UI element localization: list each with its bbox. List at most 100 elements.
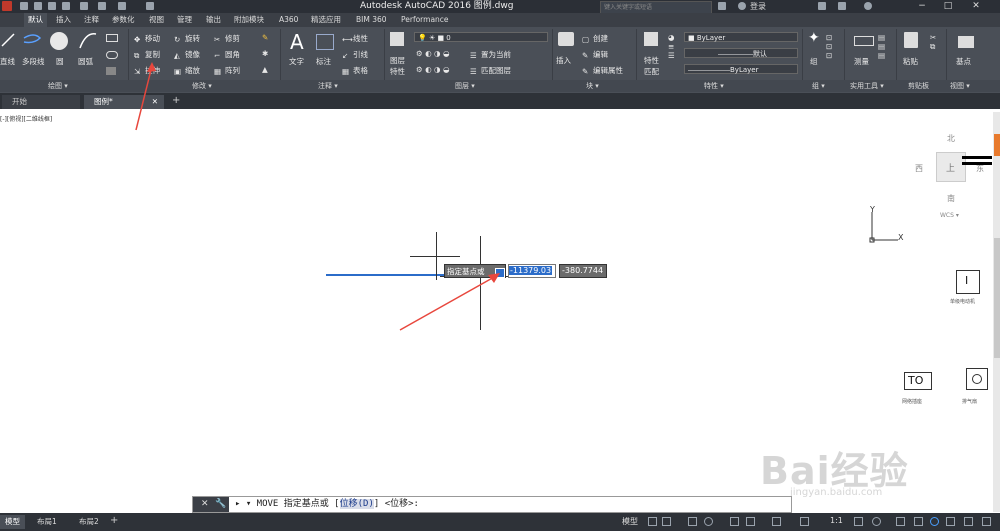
- edit-block-button[interactable]: ✎ 编辑: [582, 49, 608, 60]
- utilities-tools[interactable]: ▤ ▤ ▤: [878, 33, 885, 60]
- panel-title-view[interactable]: 视图 ▾: [950, 80, 970, 92]
- measure-icon[interactable]: [854, 36, 874, 46]
- panel-title-properties[interactable]: 特性 ▾: [704, 80, 724, 92]
- color-dropdown[interactable]: ■ ByLayer: [684, 32, 798, 42]
- dimension-button[interactable]: 标注: [316, 56, 331, 67]
- text-button[interactable]: 文字: [289, 56, 304, 67]
- symbol-exhaust-fan[interactable]: [966, 368, 988, 390]
- arc-button[interactable]: 圆弧: [78, 56, 93, 67]
- tab-output[interactable]: 输出: [206, 13, 221, 27]
- edit-attributes-button[interactable]: ✎ 编辑属性: [582, 65, 623, 76]
- symbol-network-socket[interactable]: TO: [904, 372, 932, 390]
- layer-tools-row1[interactable]: ⚙ ◐ ◑ ◒: [416, 49, 450, 58]
- tab-performance[interactable]: Performance: [401, 13, 449, 27]
- a360-icon[interactable]: [838, 2, 846, 10]
- search-icon[interactable]: [718, 2, 726, 10]
- group-tools[interactable]: ⊡ ⊡ ⊡: [826, 33, 832, 60]
- grid-icon[interactable]: [648, 517, 657, 526]
- model-space-toggle[interactable]: 模型: [622, 516, 638, 527]
- tab-annotate[interactable]: 注释: [84, 13, 99, 27]
- circle-button[interactable]: 圆: [56, 56, 64, 67]
- viewport-label[interactable]: [-][俯视][二维线框]: [0, 114, 52, 123]
- panel-title-modify[interactable]: 修改 ▾: [192, 80, 212, 92]
- tab-insert[interactable]: 插入: [56, 13, 71, 27]
- linetype-dropdown[interactable]: ――――――ByLayer: [684, 64, 798, 74]
- explode-icon[interactable]: ✱: [262, 49, 268, 58]
- exchange-icon[interactable]: [818, 2, 826, 10]
- clean-screen-icon[interactable]: [964, 517, 973, 526]
- paste-button[interactable]: 粘贴: [903, 56, 918, 67]
- annotation-scale[interactable]: 1:1: [830, 516, 843, 525]
- paste-icon[interactable]: [904, 32, 918, 48]
- open-file-icon[interactable]: [34, 2, 42, 10]
- line-button[interactable]: 直线: [0, 56, 15, 67]
- group-icon[interactable]: ✦: [808, 30, 820, 46]
- hardware-accel-icon[interactable]: [946, 517, 955, 526]
- add-layout-button[interactable]: +: [110, 515, 118, 526]
- tab-featured-apps[interactable]: 精选应用: [311, 13, 341, 27]
- tab-a360[interactable]: A360: [279, 13, 298, 27]
- layer-properties-label-1[interactable]: 图层: [390, 55, 405, 66]
- erase-icon[interactable]: ✎: [262, 33, 268, 42]
- command-text[interactable]: ▸ ▾ MOVE 指定基点或 [位移(D)] <位移>:: [235, 497, 419, 512]
- lineweight-dropdown[interactable]: ―――――默认: [684, 48, 798, 58]
- help-icon[interactable]: [864, 2, 872, 10]
- lineweight-icon[interactable]: [772, 517, 781, 526]
- rotate-button[interactable]: ↻ 旋转: [174, 33, 200, 44]
- create-block-button[interactable]: ▢ 创建: [582, 33, 608, 44]
- command-line[interactable]: ✕ 🔧 ▸ ▾ MOVE 指定基点或 [位移(D)] <位移>:: [192, 496, 792, 513]
- otrack-icon[interactable]: [746, 517, 755, 526]
- tab-parametric[interactable]: 参数化: [112, 13, 135, 27]
- panel-title-block[interactable]: 块 ▾: [586, 80, 599, 92]
- scale-button[interactable]: ▣ 缩放: [174, 65, 200, 76]
- user-icon[interactable]: [738, 2, 746, 10]
- close-command-icon[interactable]: ✕: [201, 499, 209, 509]
- annotation-visibility-icon[interactable]: [854, 517, 863, 526]
- move-button[interactable]: ✥ 移动: [134, 33, 160, 44]
- hatch-icon[interactable]: [106, 67, 116, 75]
- layer-dropdown[interactable]: 💡 ☀ ■ 0: [414, 32, 548, 42]
- tab-bim360[interactable]: BIM 360: [356, 13, 387, 27]
- dimension-icon[interactable]: [316, 34, 334, 50]
- mirror-button[interactable]: ◭ 镜像: [174, 49, 200, 60]
- measure-button[interactable]: 测量: [854, 56, 869, 67]
- insert-block-icon[interactable]: [558, 32, 574, 46]
- match-properties-icon[interactable]: [644, 32, 658, 46]
- base-view-button[interactable]: 基点: [956, 56, 971, 67]
- dynamic-input-y[interactable]: -380.7744: [559, 264, 607, 278]
- array-button[interactable]: ▦ 阵列: [214, 65, 240, 76]
- ellipse-icon[interactable]: [106, 51, 118, 59]
- copy-button[interactable]: ⧉ 复制: [134, 49, 160, 60]
- panel-title-layers[interactable]: 图层 ▾: [455, 80, 475, 92]
- panel-title-clipboard[interactable]: 剪贴板: [908, 80, 929, 92]
- new-file-icon[interactable]: [20, 2, 28, 10]
- rectangle-icon[interactable]: [106, 34, 118, 42]
- tab-view[interactable]: 视图: [149, 13, 164, 27]
- compass-north[interactable]: 北: [947, 133, 955, 144]
- wcs-menu[interactable]: WCS ▾: [940, 212, 959, 219]
- print-icon[interactable]: [80, 2, 88, 10]
- annotation-icon[interactable]: [800, 517, 809, 526]
- tab-model[interactable]: 模型: [0, 515, 25, 529]
- polyline-button[interactable]: 多段线: [22, 56, 45, 67]
- insert-button[interactable]: 插入: [556, 55, 571, 66]
- linear-button[interactable]: ⟷线性: [342, 33, 368, 44]
- save-as-icon[interactable]: [62, 2, 70, 10]
- compass-west[interactable]: 西: [915, 163, 923, 174]
- text-icon[interactable]: A: [290, 30, 304, 54]
- trim-button[interactable]: ✂ 修剪: [214, 33, 240, 44]
- symbol-motor[interactable]: I: [956, 270, 980, 294]
- set-current-button[interactable]: ☰ 置为当前: [470, 49, 511, 60]
- compass-south[interactable]: 南: [947, 193, 955, 204]
- minimize-button[interactable]: −: [912, 0, 932, 13]
- tab-layout1[interactable]: 布局1: [32, 515, 62, 529]
- snap-icon[interactable]: [662, 517, 671, 526]
- maximize-button[interactable]: □: [938, 0, 958, 13]
- ortho-icon[interactable]: [688, 517, 697, 526]
- match-properties-label-2[interactable]: 匹配: [644, 66, 659, 77]
- match-layer-button[interactable]: ☰ 匹配图层: [470, 65, 511, 76]
- customize-status-icon[interactable]: [982, 517, 991, 526]
- properties-small-icons[interactable]: ◕ ≡ ☰: [668, 33, 675, 60]
- tab-default[interactable]: 默认: [24, 13, 47, 27]
- polar-icon[interactable]: [704, 517, 713, 526]
